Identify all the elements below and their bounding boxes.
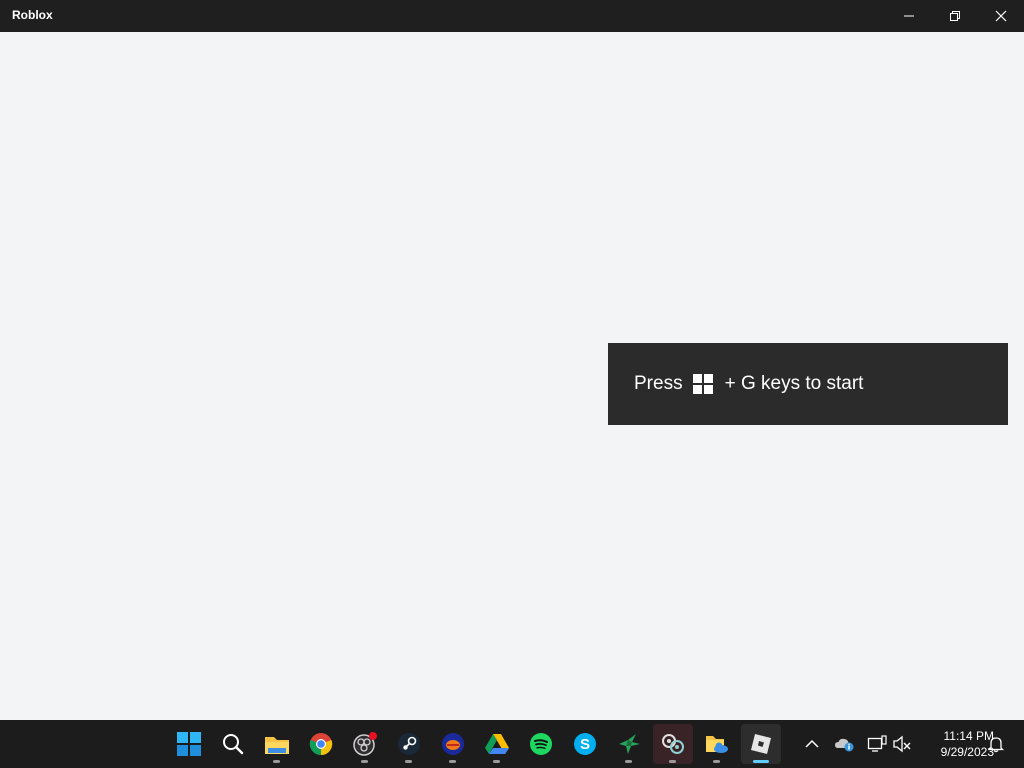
spotify-icon (530, 733, 552, 755)
running-indicator (493, 760, 500, 763)
taskbar-network-app[interactable] (653, 724, 693, 764)
running-indicator (273, 760, 280, 763)
minimize-icon (904, 15, 914, 17)
taskbar-chrome[interactable] (301, 724, 341, 764)
taskbar: S 11:14 PM 9/29/2023 (0, 720, 1024, 768)
clock-time: 11:14 PM (943, 729, 994, 743)
notifications-button[interactable] (984, 732, 1008, 756)
network-icon (662, 734, 684, 754)
running-indicator (361, 760, 368, 763)
running-indicator (713, 760, 720, 763)
taskbar-steam[interactable] (389, 724, 429, 764)
tray-overflow-button[interactable] (800, 732, 824, 756)
chevron-up-icon (805, 739, 819, 748)
taskbar-app[interactable] (433, 724, 473, 764)
folder-icon (265, 737, 289, 754)
running-indicator (449, 760, 456, 763)
clock-date: 9/29/2023 (940, 745, 994, 759)
taskbar-clock[interactable]: 11:14 PM 9/29/2023 (916, 728, 994, 760)
windows-logo-icon (177, 732, 201, 756)
taskbar-onedrive-folder[interactable] (697, 724, 737, 764)
taskbar-spotify[interactable] (521, 724, 561, 764)
prompt-text-after: + G keys to start (724, 373, 864, 394)
taskbar-file-explorer[interactable] (257, 724, 297, 764)
svg-text:S: S (580, 736, 590, 753)
close-icon (995, 10, 1007, 22)
running-indicator (405, 760, 412, 763)
tray-network[interactable] (865, 732, 889, 756)
bird-icon (619, 734, 640, 754)
obs-icon (353, 732, 377, 756)
taskbar-roblox[interactable] (741, 724, 781, 764)
steam-icon (398, 733, 420, 755)
running-indicator (625, 760, 632, 763)
skype-icon: S (574, 733, 596, 755)
taskbar-skype[interactable]: S (565, 724, 605, 764)
app-icon (442, 733, 464, 755)
prompt-text-before: Press (634, 373, 683, 394)
restore-button[interactable] (932, 0, 978, 32)
search-button[interactable] (213, 724, 253, 764)
bell-icon (987, 737, 1005, 753)
network-monitor-icon (867, 735, 887, 752)
roblox-icon (751, 734, 771, 754)
taskbar-bird-app[interactable] (609, 724, 649, 764)
window-titlebar: Roblox (0, 0, 1024, 32)
minimize-button[interactable] (886, 0, 932, 32)
game-bar-prompt: Press + G keys to start (608, 343, 1008, 425)
window-title: Roblox (12, 8, 53, 22)
cloud-info-icon (835, 738, 854, 752)
restore-icon (950, 11, 960, 21)
taskbar-obs[interactable] (345, 724, 385, 764)
start-button[interactable] (169, 724, 209, 764)
tray-onedrive[interactable] (833, 732, 857, 756)
taskbar-google-drive[interactable] (477, 724, 517, 764)
running-indicator (669, 760, 676, 763)
search-icon (223, 734, 244, 755)
speaker-muted-icon (893, 735, 911, 753)
tray-volume[interactable] (890, 732, 914, 756)
chrome-icon (309, 733, 333, 756)
windows-key-icon (692, 374, 713, 394)
active-indicator (753, 760, 769, 763)
drive-icon (485, 734, 509, 754)
close-button[interactable] (978, 0, 1024, 32)
folder-cloud-icon (706, 736, 728, 753)
